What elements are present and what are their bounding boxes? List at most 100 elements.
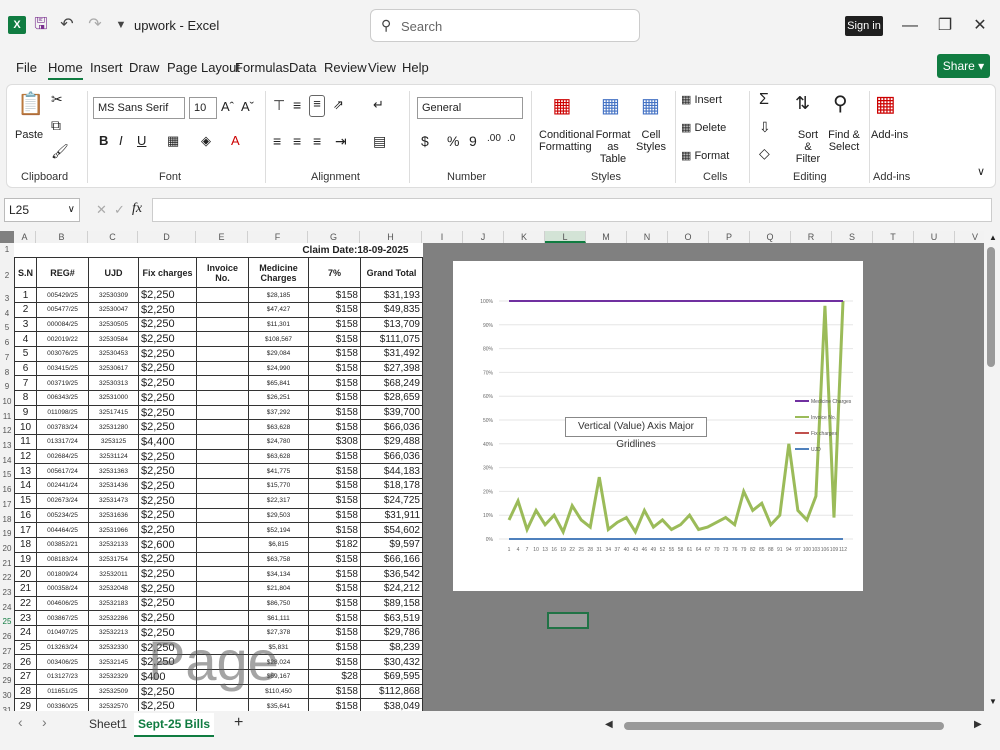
menu-home[interactable]: Home xyxy=(48,60,83,80)
fill-icon[interactable]: ⇩ xyxy=(759,119,771,136)
table-cell[interactable]: $2,250 xyxy=(138,463,197,480)
table-cell[interactable]: $49,835 xyxy=(360,301,423,318)
font-color-icon[interactable]: A xyxy=(231,133,240,148)
table-cell[interactable]: $2,250 xyxy=(138,551,197,568)
find-select-button[interactable]: Find & Select xyxy=(827,129,861,153)
table-cell[interactable]: $158 xyxy=(308,331,361,347)
row-header-8[interactable]: 8 xyxy=(0,368,14,377)
row-header-7[interactable]: 7 xyxy=(0,353,14,362)
table-cell[interactable]: 013263/24 xyxy=(36,639,89,656)
table-cell[interactable]: $24,780 xyxy=(248,434,309,450)
increase-font-icon[interactable]: Aˆ xyxy=(221,99,234,114)
decrease-font-icon[interactable]: Aˇ xyxy=(241,99,254,114)
table-cell[interactable] xyxy=(196,522,249,538)
increase-decimal-icon[interactable]: .00 xyxy=(487,133,501,144)
table-cell[interactable]: $29,488 xyxy=(360,434,423,450)
table-cell[interactable]: 32532286 xyxy=(88,610,139,626)
indent-icon[interactable]: ⇥ xyxy=(335,133,347,150)
table-cell[interactable]: 32532145 xyxy=(88,654,139,671)
table-cell[interactable]: 8 xyxy=(14,390,37,406)
cell-styles-button[interactable]: Cell Styles xyxy=(635,129,667,153)
table-cell[interactable]: $158 xyxy=(308,492,361,509)
restore-icon[interactable]: ❐ xyxy=(933,14,957,38)
table-cell[interactable]: $63,628 xyxy=(248,419,309,436)
scroll-right-icon[interactable]: ▶ xyxy=(974,719,982,730)
next-sheet-icon[interactable]: › xyxy=(42,714,47,730)
format-as-table-button[interactable]: Format as Table xyxy=(591,129,635,165)
table-cell[interactable]: $31,911 xyxy=(360,507,423,524)
row-header-19[interactable]: 19 xyxy=(0,529,14,538)
table-cell[interactable]: $158 xyxy=(308,580,361,597)
table-cell[interactable]: $158 xyxy=(308,683,361,700)
clear-icon[interactable]: ◇ xyxy=(759,145,770,162)
table-cell[interactable]: $2,250 xyxy=(138,375,197,391)
table-cell[interactable]: $54,602 xyxy=(360,522,423,538)
table-cell[interactable]: 6 xyxy=(14,360,37,377)
column-header-k[interactable]: K xyxy=(504,231,545,243)
table-cell[interactable]: $2,250 xyxy=(138,390,197,406)
table-cell[interactable]: $158 xyxy=(308,360,361,377)
row-header-13[interactable]: 13 xyxy=(0,441,14,450)
tab-sept-25-bills[interactable]: Sept-25 Bills xyxy=(134,713,215,737)
comma-icon[interactable]: 9 xyxy=(469,133,477,149)
table-cell[interactable]: $111,075 xyxy=(360,331,423,347)
table-cell[interactable]: 011651/25 xyxy=(36,683,89,700)
table-cell[interactable]: 32532011 xyxy=(88,566,139,582)
table-cell[interactable]: $2,250 xyxy=(138,448,197,465)
vertical-scrollbar[interactable]: ▲ ▼ xyxy=(984,231,1000,711)
table-cell[interactable]: 3 xyxy=(14,316,37,333)
table-cell[interactable]: 9 xyxy=(14,404,37,421)
table-cell[interactable] xyxy=(196,478,249,494)
table-cell[interactable]: 32532133 xyxy=(88,536,139,553)
borders-icon[interactable]: ▦ xyxy=(167,133,179,149)
table-cell[interactable]: 28 xyxy=(14,683,37,700)
table-cell[interactable]: 005617/24 xyxy=(36,463,89,480)
table-cell[interactable]: 003076/25 xyxy=(36,345,89,362)
column-header-f[interactable]: F xyxy=(248,231,308,243)
column-header-j[interactable]: J xyxy=(463,231,504,243)
add-ins-icon[interactable]: ▦ xyxy=(875,91,896,117)
table-cell[interactable] xyxy=(196,375,249,391)
menu-data[interactable]: Data xyxy=(289,60,316,75)
sort-filter-button[interactable]: Sort & Filter xyxy=(793,129,823,165)
table-cell[interactable]: $38,049 xyxy=(360,698,423,711)
table-cell[interactable]: 32532183 xyxy=(88,595,139,612)
bold-icon[interactable]: B xyxy=(99,133,108,148)
row-header-23[interactable]: 23 xyxy=(0,588,14,597)
table-cell[interactable]: 32532330 xyxy=(88,639,139,656)
close-icon[interactable]: ✕ xyxy=(968,14,992,38)
align-bottom-icon[interactable]: ≡ xyxy=(309,95,325,117)
table-cell[interactable]: $2,250 xyxy=(138,507,197,524)
copy-icon[interactable]: ⧉ xyxy=(51,117,61,134)
table-cell[interactable]: 32531000 xyxy=(88,390,139,406)
table-cell[interactable]: $69,595 xyxy=(360,669,423,685)
table-cell[interactable]: $8,239 xyxy=(360,639,423,656)
column-header-a[interactable]: A xyxy=(14,231,36,243)
table-cell[interactable]: $13,709 xyxy=(360,316,423,333)
table-cell[interactable]: $39,700 xyxy=(360,404,423,421)
table-cell[interactable]: $61,111 xyxy=(248,610,309,626)
table-cell[interactable]: 32532048 xyxy=(88,580,139,597)
table-cell[interactable]: $21,804 xyxy=(248,580,309,597)
table-cell[interactable]: 000084/25 xyxy=(36,316,89,333)
delete-cells-button[interactable]: ▦ Delete xyxy=(681,121,726,134)
table-cell[interactable]: 16 xyxy=(14,507,37,524)
align-center-icon[interactable]: ≡ xyxy=(293,133,301,149)
table-cell[interactable]: 29 xyxy=(14,698,37,711)
scroll-down-icon[interactable]: ▼ xyxy=(989,697,997,706)
menu-page-layout[interactable]: Page Layout xyxy=(167,60,240,75)
table-cell[interactable] xyxy=(196,492,249,509)
table-cell[interactable]: $2,250 xyxy=(138,360,197,377)
table-cell[interactable]: $158 xyxy=(308,390,361,406)
table-cell[interactable]: $2,250 xyxy=(138,566,197,582)
table-cell[interactable]: $2,250 xyxy=(138,522,197,538)
table-cell[interactable]: 10 xyxy=(14,419,37,436)
table-cell[interactable]: 001809/24 xyxy=(36,566,89,582)
table-cell[interactable]: 32530453 xyxy=(88,345,139,362)
table-cell[interactable]: $158 xyxy=(308,463,361,480)
table-cell[interactable]: 18 xyxy=(14,536,37,553)
share-button[interactable]: Share ▾ xyxy=(937,54,990,78)
row-header-1[interactable]: 1 xyxy=(0,245,14,254)
column-header-v[interactable]: V xyxy=(955,231,984,243)
table-cell[interactable]: $158 xyxy=(308,551,361,568)
